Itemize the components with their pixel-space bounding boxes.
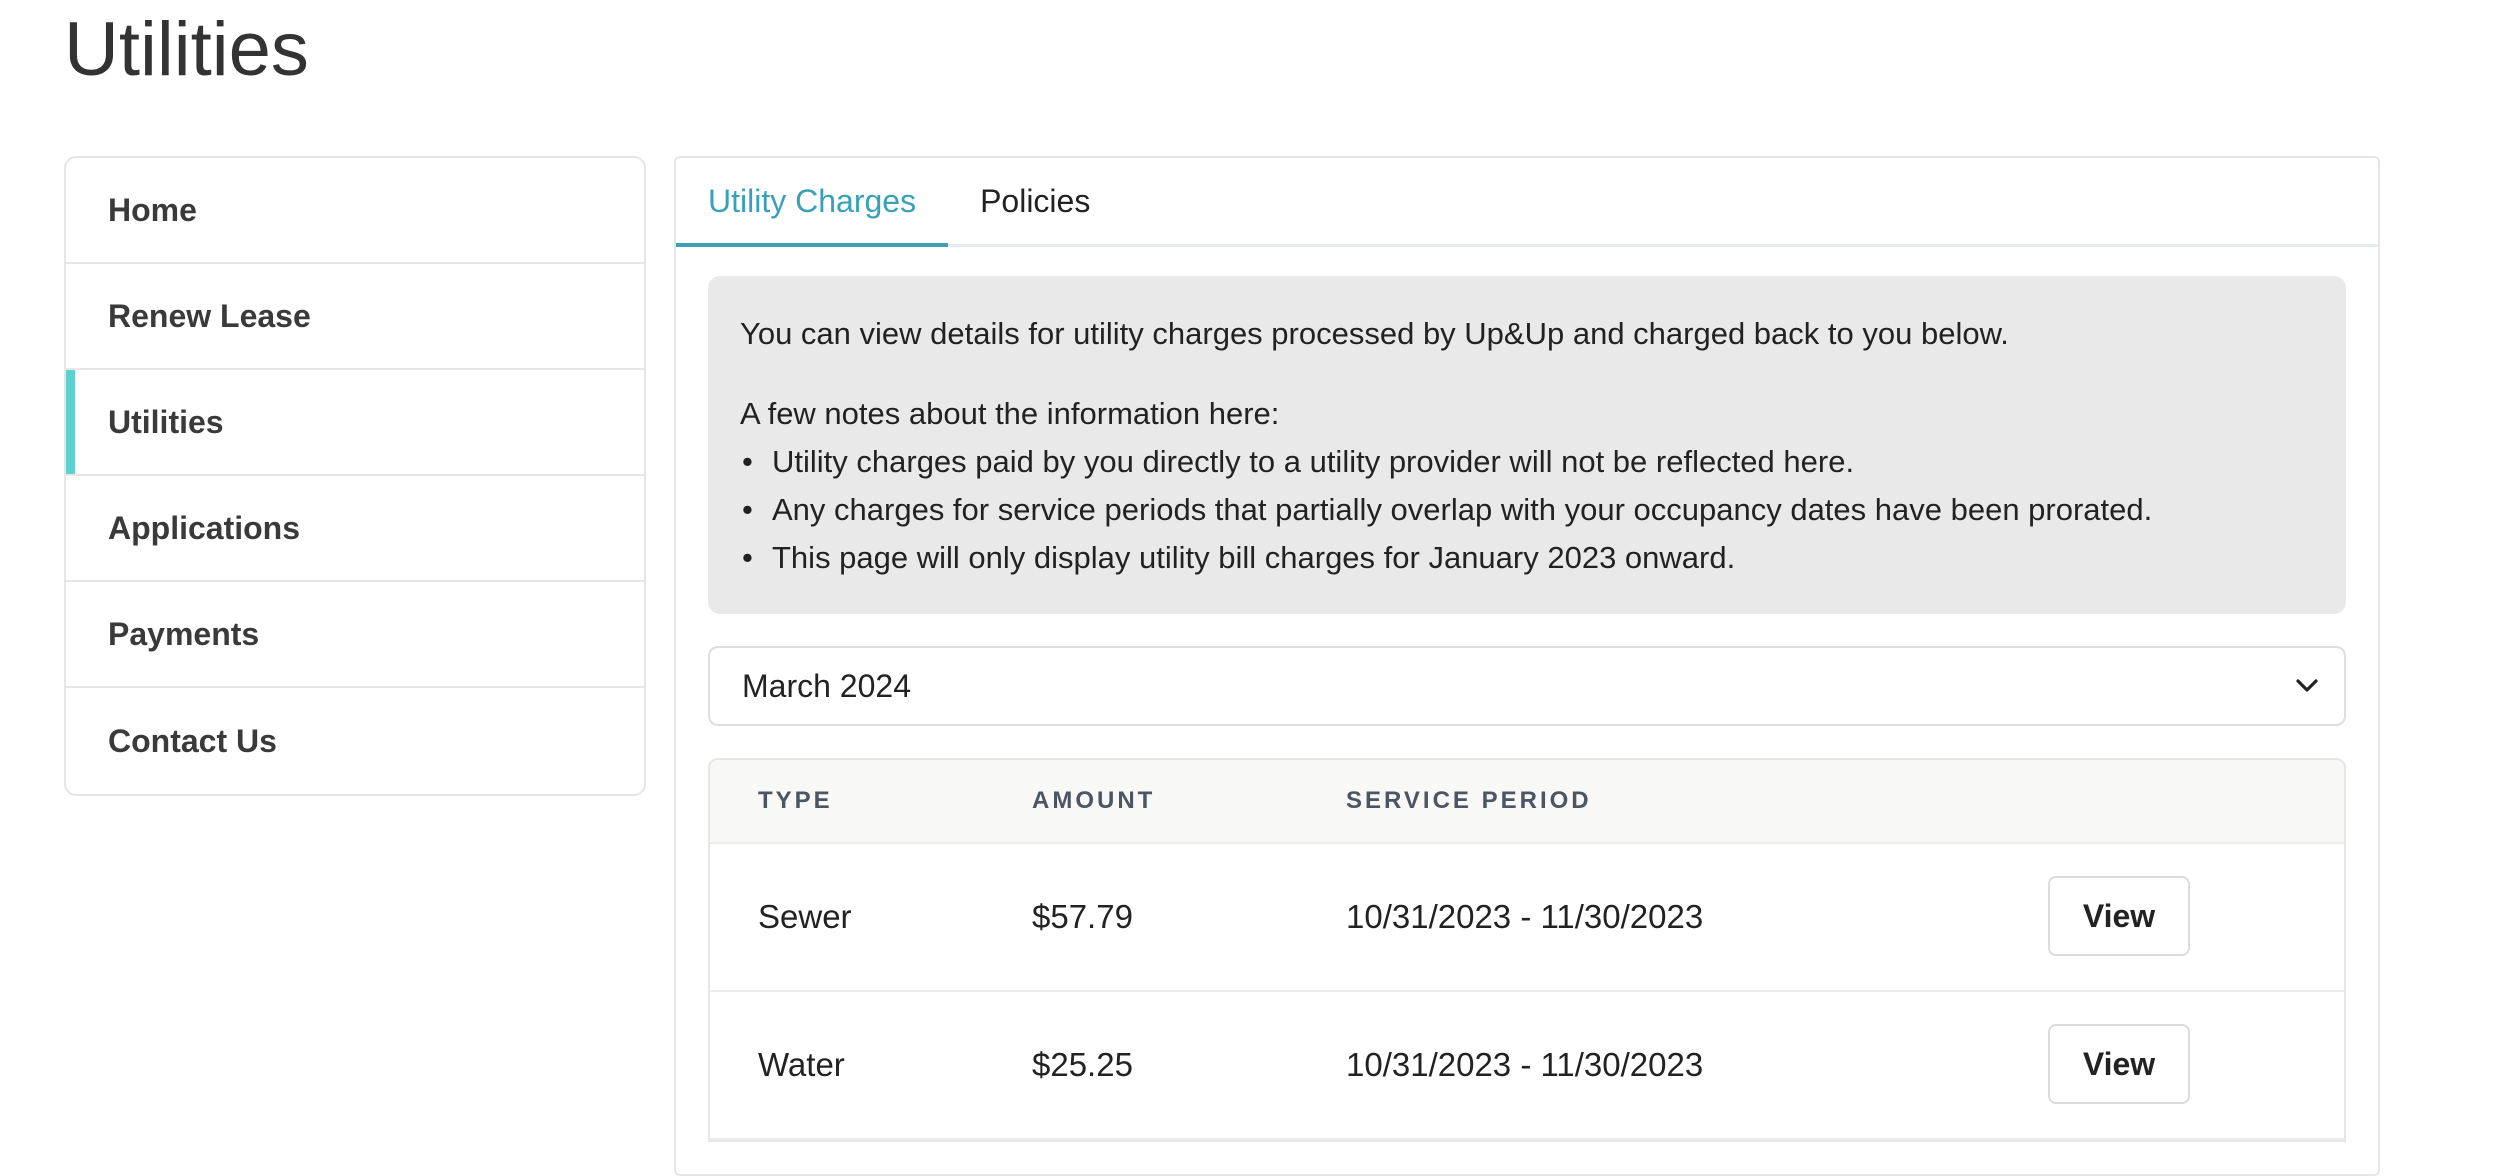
chevron-down-icon <box>2294 673 2320 699</box>
cell-service-period: 10/31/2023 - 11/30/2023 <box>1346 1046 1704 1083</box>
sidebar-item-label: Home <box>108 191 197 228</box>
table-row: Water $25.25 10/31/2023 - 11/30/2023 Vie… <box>710 992 2344 1140</box>
sidebar-item-label: Renew Lease <box>108 297 311 334</box>
month-select-value: March 2024 <box>742 667 911 704</box>
utilities-panel: Utility Charges Policies You can view de… <box>674 156 2380 1176</box>
list-item: This page will only display utility bill… <box>740 534 2314 582</box>
cell-type: Water <box>758 1046 845 1083</box>
sidebar-item-label: Applications <box>108 509 301 546</box>
sidebar-item-label: Payments <box>108 615 260 652</box>
view-button[interactable]: View <box>2048 1024 2190 1104</box>
cell-type: Sewer <box>758 898 852 935</box>
list-item: Any charges for service periods that par… <box>740 486 2314 534</box>
cell-amount: $57.79 <box>1032 898 1133 935</box>
sidebar-item-payments[interactable]: Payments <box>66 582 644 688</box>
sidebar-item-home[interactable]: Home <box>66 158 644 264</box>
sidebar-item-applications[interactable]: Applications <box>66 476 644 582</box>
column-header-type: TYPE <box>758 787 833 814</box>
info-notice: You can view details for utility charges… <box>708 276 2346 614</box>
sidebar-item-renew-lease[interactable]: Renew Lease <box>66 264 644 370</box>
cell-amount: $25.25 <box>1032 1046 1133 1083</box>
info-intro: You can view details for utility charges… <box>740 316 2009 351</box>
tab-bar: Utility Charges Policies <box>676 158 2378 247</box>
charges-table: TYPE AMOUNT SERVICE PERIOD Sewer $57.79 … <box>708 758 2346 1142</box>
column-header-service-period: SERVICE PERIOD <box>1346 787 1592 814</box>
month-select[interactable]: March 2024 <box>708 646 2346 726</box>
sidebar-nav: Home Renew Lease Utilities Applications … <box>64 156 646 796</box>
tab-utility-charges[interactable]: Utility Charges <box>676 158 949 247</box>
list-item: Utility charges paid by you directly to … <box>740 438 2314 486</box>
table-header: TYPE AMOUNT SERVICE PERIOD <box>710 760 2344 844</box>
tab-policies[interactable]: Policies <box>948 158 1122 244</box>
sidebar-item-label: Contact Us <box>108 722 277 759</box>
sidebar-item-contact-us[interactable]: Contact Us <box>66 688 644 794</box>
notes-heading: A few notes about the information here: <box>740 396 1280 431</box>
notes-list: Utility charges paid by you directly to … <box>740 438 2314 582</box>
view-button[interactable]: View <box>2048 876 2190 956</box>
table-row: Sewer $57.79 10/31/2023 - 11/30/2023 Vie… <box>710 844 2344 992</box>
sidebar-item-label: Utilities <box>108 403 224 440</box>
cell-service-period: 10/31/2023 - 11/30/2023 <box>1346 898 1704 935</box>
column-header-amount: AMOUNT <box>1032 787 1156 814</box>
page-title: Utilities <box>64 7 309 92</box>
sidebar-item-utilities[interactable]: Utilities <box>66 370 644 476</box>
